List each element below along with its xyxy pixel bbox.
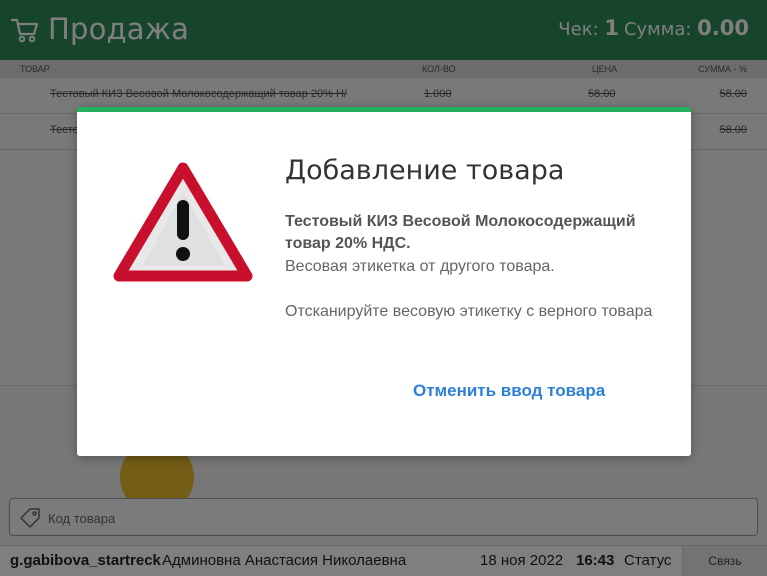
dialog-title: Добавление товара (285, 155, 565, 186)
dialog-product-name: Тестовый КИЗ Весовой Молокосодержащий то… (285, 213, 636, 252)
add-product-dialog: Добавление товара Тестовый КИЗ Весовой М… (77, 107, 691, 456)
dialog-hint: Отсканируйте весовую этикетку с верного … (285, 303, 653, 320)
dialog-reason: Весовая этикетка от другого товара. (285, 258, 555, 275)
warning-icon (113, 162, 253, 282)
cancel-product-button[interactable]: Отменить ввод товара (413, 381, 605, 401)
